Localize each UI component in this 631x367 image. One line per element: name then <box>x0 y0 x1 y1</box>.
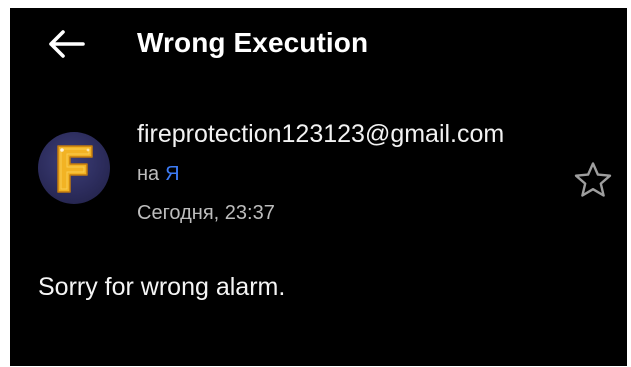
arrow-left-icon <box>49 30 85 58</box>
sender-avatar[interactable] <box>38 132 110 204</box>
star-button[interactable] <box>570 158 616 202</box>
avatar-logo-f <box>57 145 93 193</box>
recipient-line: на Я <box>137 160 180 188</box>
back-button[interactable] <box>44 26 88 62</box>
message-date: Сегодня, 23:37 <box>137 202 275 224</box>
message-body: Sorry for wrong alarm. <box>38 273 286 301</box>
recipient-prefix: на <box>137 163 160 185</box>
email-view-screen: Wrong Execution fireprotection123123@gma… <box>10 8 627 366</box>
star-outline-icon <box>574 162 612 197</box>
recipient-name-link[interactable]: Я <box>165 163 179 185</box>
page-title: Wrong Execution <box>137 27 369 58</box>
sender-email[interactable]: fireprotection123123@gmail.com <box>137 117 504 151</box>
